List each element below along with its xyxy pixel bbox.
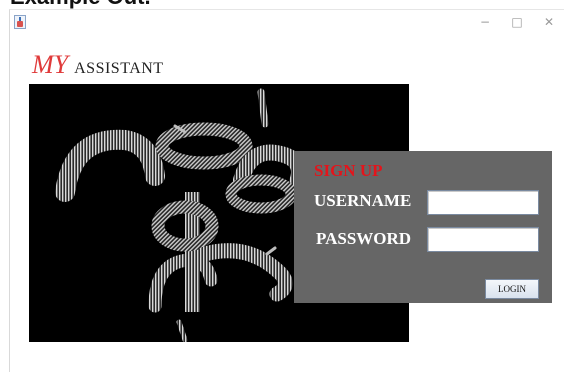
brand-suffix: ASSISTANT (74, 60, 164, 77)
clipped-heading-text: Example Out... (10, 0, 150, 9)
login-button[interactable]: LOGIN (485, 279, 539, 299)
brand-prefix: MY (32, 50, 69, 79)
app-window: − □ ✕ MY ASSISTANT SIGN UP USERNAME PASS… (9, 9, 564, 372)
signup-panel: SIGN UP USERNAME PASSWORD LOGIN (294, 151, 552, 303)
minimize-button[interactable]: − (470, 12, 500, 32)
java-app-icon (14, 15, 26, 29)
app-brand: MY ASSISTANT (32, 50, 164, 80)
clipped-heading: Example Out... (0, 0, 150, 9)
maximize-button[interactable]: □ (502, 12, 532, 32)
password-label: PASSWORD (316, 229, 412, 248)
screen: Example Out... − □ ✕ MY ASSISTANT (0, 0, 564, 372)
title-bar: − □ ✕ (10, 10, 564, 36)
signup-title: SIGN UP (314, 161, 383, 180)
close-button[interactable]: ✕ (534, 12, 564, 32)
password-input[interactable] (427, 227, 539, 252)
username-input[interactable] (427, 190, 539, 215)
username-label: USERNAME (314, 191, 412, 210)
